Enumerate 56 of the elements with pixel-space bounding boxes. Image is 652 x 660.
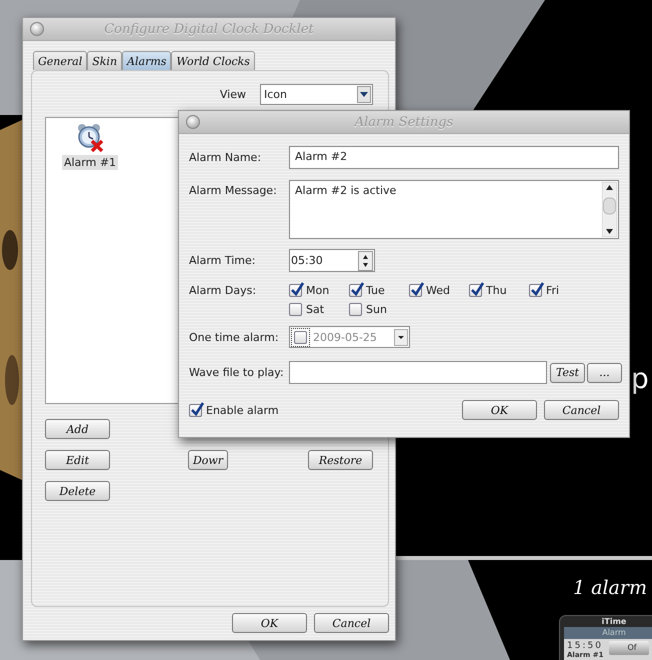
checkmark-icon — [470, 282, 484, 297]
spinner-arrows-icon — [358, 250, 373, 270]
alarm-message-field[interactable]: Alarm #2 is active — [289, 180, 619, 239]
browse-button[interactable]: ... — [587, 362, 622, 382]
edit-button[interactable]: Edit — [45, 450, 110, 470]
tab[interactable]: General — [33, 51, 88, 70]
day-checkbox[interactable]: Fri — [529, 284, 560, 297]
view-dropdown[interactable]: Icon — [260, 84, 373, 105]
alarm-name-field[interactable]: Alarm #2 — [289, 146, 619, 169]
alarm-clock-icon[interactable] — [75, 122, 105, 152]
desktop-text: p — [631, 362, 649, 395]
field-label: Alarm Name: — [189, 151, 262, 164]
wave-file-field[interactable] — [289, 361, 547, 384]
widget-header: Alarm — [564, 627, 652, 639]
checkmark-icon — [190, 402, 204, 416]
date-picker[interactable]: 2009-05-25 — [289, 326, 410, 348]
cancel-button[interactable]: Cancel — [544, 400, 619, 420]
ok-button[interactable]: OK — [232, 613, 307, 633]
day-checkbox[interactable]: Thu — [469, 284, 507, 297]
field-label: One time alarm: — [189, 330, 280, 344]
scrollbar-icon — [602, 182, 617, 237]
widget-toggle[interactable]: Of — [609, 641, 650, 655]
window-close-button[interactable] — [30, 22, 44, 36]
day-checkbox[interactable]: Tue — [349, 284, 385, 297]
widget-time: 15:50 — [567, 641, 604, 651]
enable-alarm-checkbox[interactable]: Enable alarm — [189, 404, 279, 416]
view-label: View — [220, 88, 246, 101]
widget-title: iTime — [600, 616, 628, 627]
window-close-button[interactable] — [186, 115, 200, 129]
checkmark-icon — [530, 282, 544, 297]
add-button[interactable]: Add — [45, 419, 110, 439]
alarm-count-text: 1 alarm — [573, 577, 647, 599]
cancel-button[interactable]: Cancel — [314, 613, 389, 633]
window-title: Alarm Settings — [352, 114, 454, 130]
field-label: Alarm Time: — [189, 254, 256, 267]
day-checkbox[interactable]: Sat — [289, 303, 324, 316]
checkmark-icon — [410, 282, 424, 297]
alarm-time-field[interactable]: 05:30 — [289, 249, 375, 272]
field-label: Alarm Message: — [189, 183, 278, 197]
test-button[interactable]: Test — [550, 362, 585, 382]
window-title: Configure Digital Clock Docklet — [103, 22, 315, 36]
day-checkbox[interactable]: Sun — [349, 303, 387, 316]
day-checkbox[interactable]: Mon — [289, 284, 330, 297]
tab[interactable]: Alarms — [122, 51, 172, 70]
day-checkbox[interactable]: Wed — [409, 284, 450, 297]
tab[interactable]: Skin — [87, 51, 122, 70]
field-label: Wave file to play: — [189, 366, 285, 379]
down-button[interactable]: Dowr — [188, 450, 228, 470]
delete-button[interactable]: Delete — [45, 481, 110, 501]
field-label: Alarm Days: — [189, 284, 258, 297]
tab[interactable]: World Clocks — [171, 51, 255, 70]
ok-button[interactable]: OK — [462, 400, 537, 420]
restore-button[interactable]: Restore — [308, 450, 373, 470]
alarm-item[interactable]: Alarm #1 — [62, 155, 118, 170]
checkmark-icon — [290, 282, 304, 297]
checkmark-icon — [350, 282, 364, 297]
